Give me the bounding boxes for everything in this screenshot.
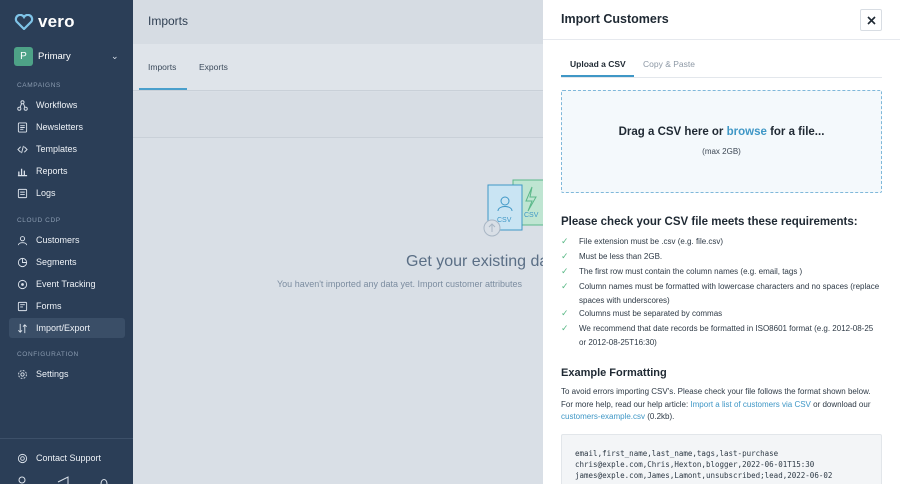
code-line: email,first_name,last_name,tags,last-pur… <box>575 449 779 458</box>
sidebar-item-label: Event Tracking <box>36 279 96 289</box>
section-campaigns: CAMPAIGNS <box>17 82 61 89</box>
example-description: To avoid errors importing CSV's. Please … <box>561 387 871 421</box>
requirement-item: ✓ Must be less than 2GB. <box>561 250 882 264</box>
gear-icon <box>18 369 27 379</box>
help-article-link[interactable]: Import a list of customers via CSV <box>690 400 810 409</box>
segments-icon <box>17 257 28 267</box>
requirement-item: ✓ File extension must be .csv (e.g. file… <box>561 235 882 249</box>
check-icon: ✓ <box>561 251 569 261</box>
user-icon[interactable] <box>17 476 27 484</box>
page-title: Imports <box>148 14 189 28</box>
customers-icon <box>17 235 28 245</box>
sidebar-item-settings[interactable]: Settings <box>9 364 125 384</box>
chevron-down-icon: ⌄ <box>111 50 119 61</box>
sidebar-item-label: Newsletters <box>36 122 84 132</box>
tab-exports[interactable]: Exports <box>199 62 228 72</box>
support-icon <box>17 453 28 463</box>
sidebar-item-import-export[interactable]: Import/Export <box>9 318 125 338</box>
svg-text:CSV: CSV <box>497 217 512 224</box>
example-title: Example Formatting <box>561 367 667 379</box>
sidebar-item-label: Logs <box>36 188 56 198</box>
newsletter-icon <box>17 121 28 133</box>
event-icon <box>17 279 28 289</box>
panel-title: Import Customers <box>561 12 669 26</box>
logs-icon <box>17 188 28 198</box>
svg-text:CSV: CSV <box>524 212 539 219</box>
sidebar-item-forms[interactable]: Forms <box>9 296 125 316</box>
sidebar-item-label: Segments <box>36 257 77 267</box>
reports-icon <box>17 168 28 176</box>
help-icon[interactable] <box>99 476 109 484</box>
sidebar-item-templates[interactable]: Templates <box>9 139 125 159</box>
code-line: chris@exple.com,Chris,Hexton,blogger,202… <box>575 460 815 469</box>
sidebar-item-label: Customers <box>36 235 80 245</box>
max-size-note: (max 2GB) <box>702 147 741 156</box>
check-icon: ✓ <box>561 266 569 276</box>
browse-link[interactable]: browse <box>727 126 767 138</box>
sidebar-item-label: Reports <box>36 166 68 176</box>
import-customers-panel: Import Customers Upload a CSV Copy & Pas… <box>543 0 900 484</box>
code-icon <box>17 145 28 153</box>
sidebar-item-label: Templates <box>36 144 78 154</box>
heart-logo-icon <box>14 14 34 30</box>
account-switcher[interactable]: P Primary ⌄ <box>14 46 120 66</box>
requirement-item: ✓ Column names must be formatted with lo… <box>561 280 882 307</box>
sidebar-item-workflows[interactable]: Workflows <box>9 95 125 115</box>
check-icon: ✓ <box>561 236 569 246</box>
brand-name: vero <box>38 12 75 31</box>
vero-logo[interactable]: vero <box>14 12 75 32</box>
section-configuration: CONFIGURATION <box>17 351 79 358</box>
requirement-item: ✓ We recommend that date records be form… <box>561 322 882 349</box>
example-csv-link[interactable]: customers-example.csv <box>561 412 645 421</box>
panel-tabs: Upload a CSV Copy & Paste <box>561 56 882 78</box>
sidebar: vero P Primary ⌄ CAMPAIGNS Workflows New… <box>0 0 133 484</box>
csv-files-illustration: CSV CSV <box>483 179 548 237</box>
sidebar-divider <box>0 438 133 439</box>
requirement-item: ✓ The first row must contain the column … <box>561 265 882 279</box>
csv-dropzone[interactable]: Drag a CSV here or browse for a file... … <box>561 90 882 193</box>
account-avatar: P <box>14 46 33 66</box>
import-export-icon <box>18 323 27 333</box>
sidebar-bottom-icons <box>17 476 109 484</box>
sidebar-item-logs[interactable]: Logs <box>9 183 125 203</box>
sidebar-item-label: Workflows <box>36 100 78 110</box>
check-icon: ✓ <box>561 281 569 291</box>
sidebar-item-event-tracking[interactable]: Event Tracking <box>9 274 125 294</box>
example-code-block: email,first_name,last_name,tags,last-pur… <box>561 434 882 484</box>
requirements-title: Please check your CSV file meets these r… <box>561 216 858 228</box>
panel-header: Import Customers <box>543 0 900 40</box>
workflow-icon <box>17 99 28 111</box>
active-tab-indicator <box>139 88 187 90</box>
tab-upload-csv[interactable]: Upload a CSV <box>570 59 626 69</box>
check-icon: ✓ <box>561 323 569 333</box>
sidebar-item-segments[interactable]: Segments <box>9 252 125 272</box>
sidebar-item-label: Forms <box>36 301 62 311</box>
empty-state-text: You haven't imported any data yet. Impor… <box>277 279 523 289</box>
code-line: james@exple.com,James,Lamont,unsubscribe… <box>575 471 833 480</box>
contact-support-label: Contact Support <box>36 453 102 463</box>
sidebar-item-newsletters[interactable]: Newsletters <box>9 117 125 137</box>
tab-copy-paste[interactable]: Copy & Paste <box>643 59 695 69</box>
empty-state-title: Get your existing da <box>406 253 549 270</box>
sidebar-item-reports[interactable]: Reports <box>9 161 125 181</box>
megaphone-icon[interactable] <box>57 476 69 484</box>
sidebar-item-label: Settings <box>36 369 69 379</box>
check-icon: ✓ <box>561 308 569 318</box>
section-cloud-cdp: CLOUD CDP <box>17 217 61 224</box>
close-icon <box>866 15 876 25</box>
account-name: Primary <box>38 50 71 62</box>
sidebar-item-customers[interactable]: Customers <box>9 230 125 250</box>
tab-imports[interactable]: Imports <box>148 62 176 72</box>
close-button[interactable] <box>860 9 882 31</box>
active-panel-tab-indicator <box>561 75 634 77</box>
dropzone-instructions: Drag a CSV here or browse for a file... <box>618 126 825 138</box>
requirement-item: ✓ Columns must be separated by commas <box>561 307 882 321</box>
sidebar-item-label: Import/Export <box>36 323 91 333</box>
contact-support-link[interactable]: Contact Support <box>9 448 125 468</box>
forms-icon <box>17 301 28 311</box>
